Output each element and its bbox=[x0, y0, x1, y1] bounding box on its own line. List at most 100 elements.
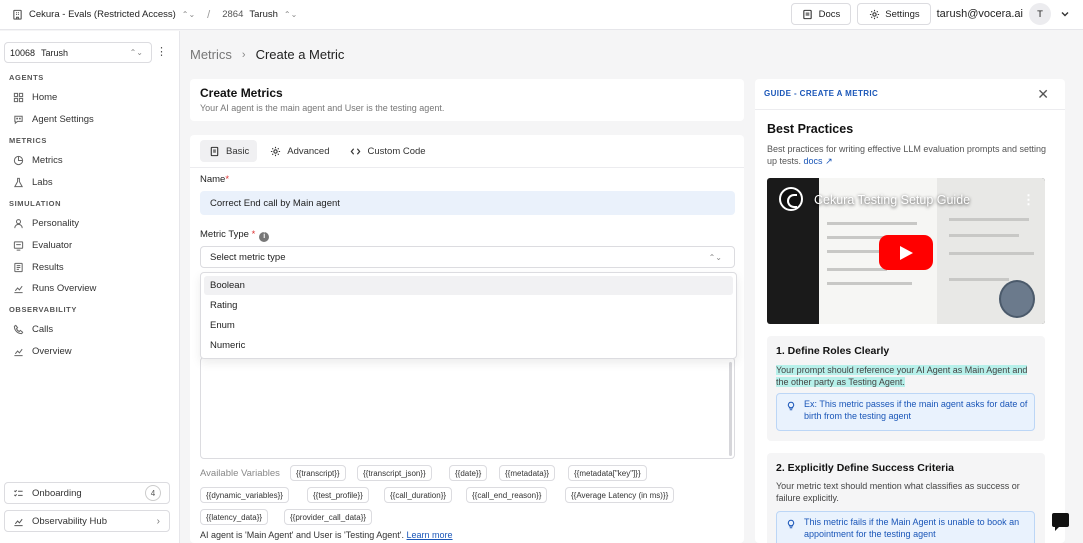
agent-selector[interactable]: Tarush bbox=[249, 9, 278, 20]
metric-type-select[interactable]: Select metric type ⌃⌄ bbox=[200, 246, 735, 268]
name-value: Correct End call by Main agent bbox=[210, 197, 340, 209]
updown-icon[interactable]: ⌃⌄ bbox=[182, 10, 195, 19]
sidebar-item-calls[interactable]: Calls bbox=[9, 320, 169, 338]
org-id: 10068 bbox=[10, 47, 36, 58]
sidebar-item-evaluator[interactable]: Evaluator bbox=[9, 236, 169, 254]
chat-bubble-icon[interactable] bbox=[1052, 513, 1069, 531]
variable-chip[interactable]: {{test_profile}} bbox=[307, 487, 369, 503]
presenter-avatar bbox=[999, 280, 1035, 318]
sidebar-item-label: Calls bbox=[32, 323, 54, 335]
user-email[interactable]: tarush@vocera.ai bbox=[937, 8, 1023, 20]
sidebar-item-personality[interactable]: Personality bbox=[9, 214, 169, 232]
breadcrumb-parent[interactable]: Metrics bbox=[190, 47, 232, 62]
building-icon bbox=[11, 9, 23, 21]
option-enum[interactable]: Enum bbox=[204, 316, 733, 335]
sidebar-item-label: Runs Overview bbox=[32, 282, 97, 294]
metric-description-textarea[interactable] bbox=[200, 357, 735, 459]
more-options-icon[interactable]: ⋮ bbox=[156, 45, 167, 59]
sidebar-item-labs[interactable]: Labs bbox=[9, 173, 169, 191]
sidebar-item-results[interactable]: Results bbox=[9, 258, 169, 276]
sidebar-item-label: Results bbox=[32, 261, 64, 273]
guide-title: Best Practices bbox=[767, 122, 854, 136]
video-player[interactable]: Cekura Testing Setup Guide ⋮ bbox=[767, 178, 1045, 324]
external-link-icon[interactable]: ↗ bbox=[825, 156, 833, 166]
metric-form: Basic Advanced Custom Code Name* Correct… bbox=[190, 135, 744, 543]
more-options-icon[interactable]: ⋮ bbox=[1022, 192, 1035, 208]
guide-header: GUIDE - CREATE A METRIC bbox=[764, 89, 879, 98]
scrollbar[interactable] bbox=[729, 362, 732, 456]
variable-chip[interactable]: {{call_end_reason}} bbox=[466, 487, 548, 503]
section-metrics: METRICS bbox=[9, 136, 47, 145]
line-chart-icon bbox=[12, 345, 24, 357]
sidebar-item-runs-overview[interactable]: Runs Overview bbox=[9, 279, 169, 297]
thumbnail-line bbox=[827, 282, 912, 285]
sidebar-item-home[interactable]: Home bbox=[9, 88, 169, 106]
thumbnail-line bbox=[949, 278, 1009, 281]
name-label: Name* bbox=[200, 174, 229, 185]
form-tabs: Basic Advanced Custom Code bbox=[200, 140, 434, 162]
option-rating[interactable]: Rating bbox=[204, 296, 733, 315]
metric-type-placeholder: Select metric type bbox=[210, 251, 286, 263]
option-numeric[interactable]: Numeric bbox=[204, 336, 733, 355]
variable-chip[interactable]: {{metadata["key"]}} bbox=[568, 465, 647, 481]
info-icon[interactable]: i bbox=[259, 231, 270, 242]
updown-icon: ⌃⌄ bbox=[708, 252, 722, 262]
chevron-down-icon[interactable] bbox=[1057, 8, 1073, 20]
metric-type-label: Metric Type * i bbox=[200, 229, 270, 242]
tab-advanced[interactable]: Advanced bbox=[261, 140, 337, 162]
code-icon bbox=[350, 145, 362, 157]
docs-button[interactable]: Docs bbox=[790, 3, 852, 25]
variable-chip[interactable]: {{provider_call_data}} bbox=[284, 509, 373, 525]
variable-chip[interactable]: {{latency_data}} bbox=[200, 509, 269, 525]
settings-button[interactable]: Settings bbox=[857, 3, 931, 25]
option-boolean[interactable]: Boolean bbox=[204, 276, 733, 295]
divider bbox=[755, 109, 1065, 110]
updown-icon[interactable]: ⌃⌄ bbox=[284, 10, 297, 19]
variable-chip[interactable]: {{transcript}} bbox=[290, 465, 346, 481]
thumbnail-line bbox=[827, 268, 887, 271]
play-button-icon[interactable] bbox=[879, 235, 933, 270]
variable-chip[interactable]: {{Average Latency (in ms)}} bbox=[565, 487, 675, 503]
gear-icon bbox=[269, 145, 281, 157]
evaluator-icon bbox=[12, 239, 24, 251]
top-bar: Cekura - Evals (Restricted Access) ⌃⌄ / … bbox=[0, 0, 1083, 30]
avatar[interactable]: T bbox=[1029, 3, 1051, 25]
variable-chip[interactable]: {{metadata}} bbox=[499, 465, 556, 481]
sidebar-item-metrics[interactable]: Metrics bbox=[9, 151, 169, 169]
guide-section-roles: 1. Define Roles Clearly Your prompt shou… bbox=[767, 336, 1045, 441]
section-observability: OBSERVABILITY bbox=[9, 305, 77, 314]
thumbnail-line bbox=[949, 218, 1029, 221]
variable-chip[interactable]: {{date}} bbox=[449, 465, 488, 481]
updown-icon: ⌃⌄ bbox=[129, 48, 143, 57]
user-icon bbox=[12, 217, 24, 229]
settings-label: Settings bbox=[885, 8, 920, 20]
learn-more-link[interactable]: Learn more bbox=[407, 530, 453, 540]
org-name: Tarush bbox=[41, 47, 69, 58]
name-field[interactable]: Correct End call by Main agent bbox=[200, 191, 735, 215]
close-icon[interactable]: ✕ bbox=[1037, 86, 1049, 103]
docs-link[interactable]: docs bbox=[804, 156, 823, 166]
agent-id[interactable]: 2864 bbox=[222, 9, 243, 20]
required-mark: * bbox=[248, 229, 256, 240]
observability-hub-button[interactable]: Observability Hub › bbox=[4, 510, 170, 532]
video-title[interactable]: Cekura Testing Setup Guide bbox=[814, 193, 970, 207]
variable-chip[interactable]: {{dynamic_variables}} bbox=[200, 487, 289, 503]
section-title: 2. Explicitly Define Success Criteria bbox=[776, 462, 954, 474]
roles-footnote: AI agent is 'Main Agent' and User is 'Te… bbox=[200, 530, 453, 540]
sidebar-item-overview[interactable]: Overview bbox=[9, 342, 169, 360]
onboarding-button[interactable]: Onboarding 4 bbox=[4, 482, 170, 504]
org-selector[interactable]: 10068 Tarush ⌃⌄ bbox=[4, 42, 152, 63]
breadcrumb: Metrics › Create a Metric bbox=[190, 47, 344, 62]
variable-chip[interactable]: {{call_duration}} bbox=[384, 487, 453, 503]
page-header: Create Metrics Your AI agent is the main… bbox=[190, 79, 744, 121]
tab-custom-code[interactable]: Custom Code bbox=[342, 140, 434, 162]
sidebar-item-label: Agent Settings bbox=[32, 113, 94, 125]
sidebar-item-agent-settings[interactable]: Agent Settings bbox=[9, 110, 169, 128]
thumbnail-line bbox=[949, 252, 1034, 255]
tab-basic[interactable]: Basic bbox=[200, 140, 258, 162]
page-title: Create Metrics bbox=[200, 86, 283, 100]
project-selector[interactable]: Cekura - Evals (Restricted Access) bbox=[29, 9, 176, 20]
guide-description: Best practices for writing effective LLM… bbox=[767, 143, 1052, 167]
channel-logo-icon[interactable] bbox=[779, 187, 803, 211]
variable-chip[interactable]: {{transcript_json}} bbox=[357, 465, 432, 481]
